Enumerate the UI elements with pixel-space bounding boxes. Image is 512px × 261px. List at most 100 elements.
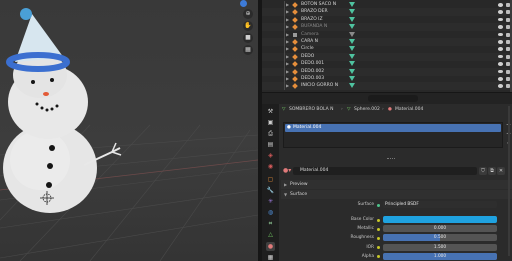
material-slot-label: Material.004 <box>293 125 322 130</box>
eye-visibility-icon[interactable] <box>498 17 503 22</box>
constraints-tab-icon[interactable]: ⌗ <box>266 219 275 228</box>
browse-material-icon[interactable]: ●▾ <box>283 167 292 175</box>
modifier-icon <box>349 76 355 81</box>
eye-visibility-icon[interactable] <box>498 32 503 37</box>
property-label: Roughness <box>350 235 374 241</box>
shader-socket-icon[interactable] <box>377 203 380 207</box>
physics-tab-icon[interactable]: ◍ <box>266 208 275 217</box>
eye-visibility-icon[interactable] <box>498 47 503 51</box>
scene-tab-icon[interactable]: ◈ <box>266 151 275 160</box>
object-icon <box>292 68 298 75</box>
eye-visibility-icon[interactable] <box>498 62 503 66</box>
camera-view-icon[interactable]: ■ <box>243 33 253 43</box>
duplicate-material-icon[interactable]: ⧉ <box>488 167 496 175</box>
value-slider[interactable]: 1.500 <box>383 243 497 251</box>
slider-value: 0.500 <box>433 235 447 241</box>
eye-visibility-icon[interactable] <box>498 77 503 81</box>
value-slider[interactable]: 1.000 <box>383 252 497 260</box>
object-icon <box>292 16 298 23</box>
object-icon <box>292 83 298 90</box>
eye-visibility-icon[interactable] <box>498 69 503 74</box>
material-tab-icon[interactable]: ● <box>266 242 275 251</box>
surface-shader-row: Surface Principled BSDF <box>279 201 512 209</box>
material-slot-list[interactable]: ● Material.004 <box>283 122 503 148</box>
properties-header <box>262 92 512 104</box>
material-name-field[interactable]: Material.004 <box>293 167 477 175</box>
surface-panel-header[interactable]: ▼ Surface <box>281 190 512 199</box>
material-icon: ● <box>388 107 392 112</box>
material-sphere-icon: ● <box>287 125 291 130</box>
modifier-icon <box>349 61 355 67</box>
material-slot-item[interactable]: ● Material.004 <box>285 124 501 132</box>
mesh-data-icon: ▽ <box>347 107 351 112</box>
modifier-icon <box>349 24 355 30</box>
value-slider[interactable]: 0.000 <box>383 225 497 233</box>
modifier-icon <box>349 46 355 52</box>
chevron-right-icon[interactable]: ▶ <box>286 82 289 90</box>
texture-tab-icon[interactable]: ▦ <box>266 253 275 261</box>
outliner-row-label: INICIO GORRO N <box>301 83 339 89</box>
object-icon <box>292 76 298 82</box>
camera-object-icon <box>293 32 297 37</box>
eye-visibility-icon[interactable] <box>498 54 503 59</box>
modifier-icon <box>349 2 355 7</box>
breadcrumb-material[interactable]: Material.004 <box>395 104 423 116</box>
grid-view-icon[interactable]: ▦ <box>243 45 253 55</box>
value-slider[interactable]: 0.500 <box>383 234 497 242</box>
input-socket-icon[interactable] <box>377 218 380 222</box>
modifier-tab-icon[interactable]: 🔧 <box>266 186 275 195</box>
base-color-swatch[interactable] <box>383 216 497 223</box>
outliner-row[interactable]: ▶ INICIO GORRO N <box>262 82 512 91</box>
property-label: Base Color <box>350 217 374 222</box>
input-socket-icon[interactable] <box>377 255 380 259</box>
modifier-icon <box>349 9 355 15</box>
fake-user-icon[interactable]: ⛉ <box>479 167 487 175</box>
object-icon <box>292 2 298 8</box>
input-socket-icon[interactable] <box>377 236 380 240</box>
eye-visibility-icon[interactable] <box>498 40 503 44</box>
preview-panel-header[interactable]: ▶ Preview <box>281 180 512 189</box>
eye-visibility-icon[interactable] <box>498 10 503 14</box>
breadcrumb-separator-icon: › <box>382 107 384 112</box>
material-properties: ▽ SOMBRERO BOLA N › ▽ Sphere.002 › ● Mat… <box>279 104 512 261</box>
eye-visibility-icon[interactable] <box>498 84 503 88</box>
modifier-icon <box>349 16 355 22</box>
property-label: IOR <box>366 244 374 250</box>
object-tab-icon[interactable]: ▢ <box>266 175 275 184</box>
surface-shader-field[interactable]: Principled BSDF <box>383 201 497 208</box>
data-tab-icon[interactable]: △ <box>266 230 275 239</box>
object-icon <box>292 61 298 68</box>
outliner[interactable]: ▶ BOTON SACO N ▶ BRAZO DER ▶ BRAZO IZ ▶ BUFANDA… <box>262 0 512 92</box>
property-row: Alpha 1.000 <box>279 252 512 261</box>
modifier-icon <box>349 39 355 44</box>
properties-search-input[interactable] <box>368 95 418 102</box>
mesh-icon: ▽ <box>282 107 286 112</box>
material-datablock-row: ●▾ Material.004 ⛉ ⧉ ✕ <box>283 167 512 175</box>
modifier-icon <box>349 83 355 89</box>
3d-viewport[interactable]: ⊕ ✋ ■ ▦ <box>0 0 258 261</box>
zoom-icon[interactable]: ⊕ <box>243 9 253 19</box>
view-layer-tab-icon[interactable]: ▤ <box>266 140 275 149</box>
slider-value: 0.000 <box>433 226 447 232</box>
surface-label: Surface <box>357 202 374 207</box>
carrot-nose <box>43 92 49 96</box>
world-tab-icon[interactable]: ◉ <box>266 162 275 171</box>
breadcrumb-object[interactable]: SOMBRERO BOLA N <box>289 104 333 116</box>
particles-tab-icon[interactable]: ✳ <box>266 197 275 206</box>
unlink-material-icon[interactable]: ✕ <box>497 167 505 175</box>
render-tab-icon[interactable]: ▣ <box>266 118 275 127</box>
object-icon <box>292 24 298 31</box>
output-tab-icon[interactable]: ⎙ <box>266 129 275 138</box>
hand-pan-icon[interactable]: ✋ <box>243 21 253 31</box>
tool-tab-icon[interactable]: ⚒ <box>266 107 275 116</box>
input-socket-icon[interactable] <box>377 227 380 231</box>
hat-pompom <box>20 8 32 20</box>
input-socket-icon[interactable] <box>377 246 380 250</box>
properties-scrollbar[interactable] <box>508 106 510 256</box>
eye-left <box>31 80 35 84</box>
breadcrumb-mesh[interactable]: Sphere.002 <box>354 104 380 116</box>
eye-visibility-icon[interactable] <box>498 25 503 29</box>
eye-visibility-icon[interactable] <box>498 3 503 7</box>
list-resize-grip[interactable] <box>387 158 395 160</box>
object-icon <box>292 53 298 60</box>
